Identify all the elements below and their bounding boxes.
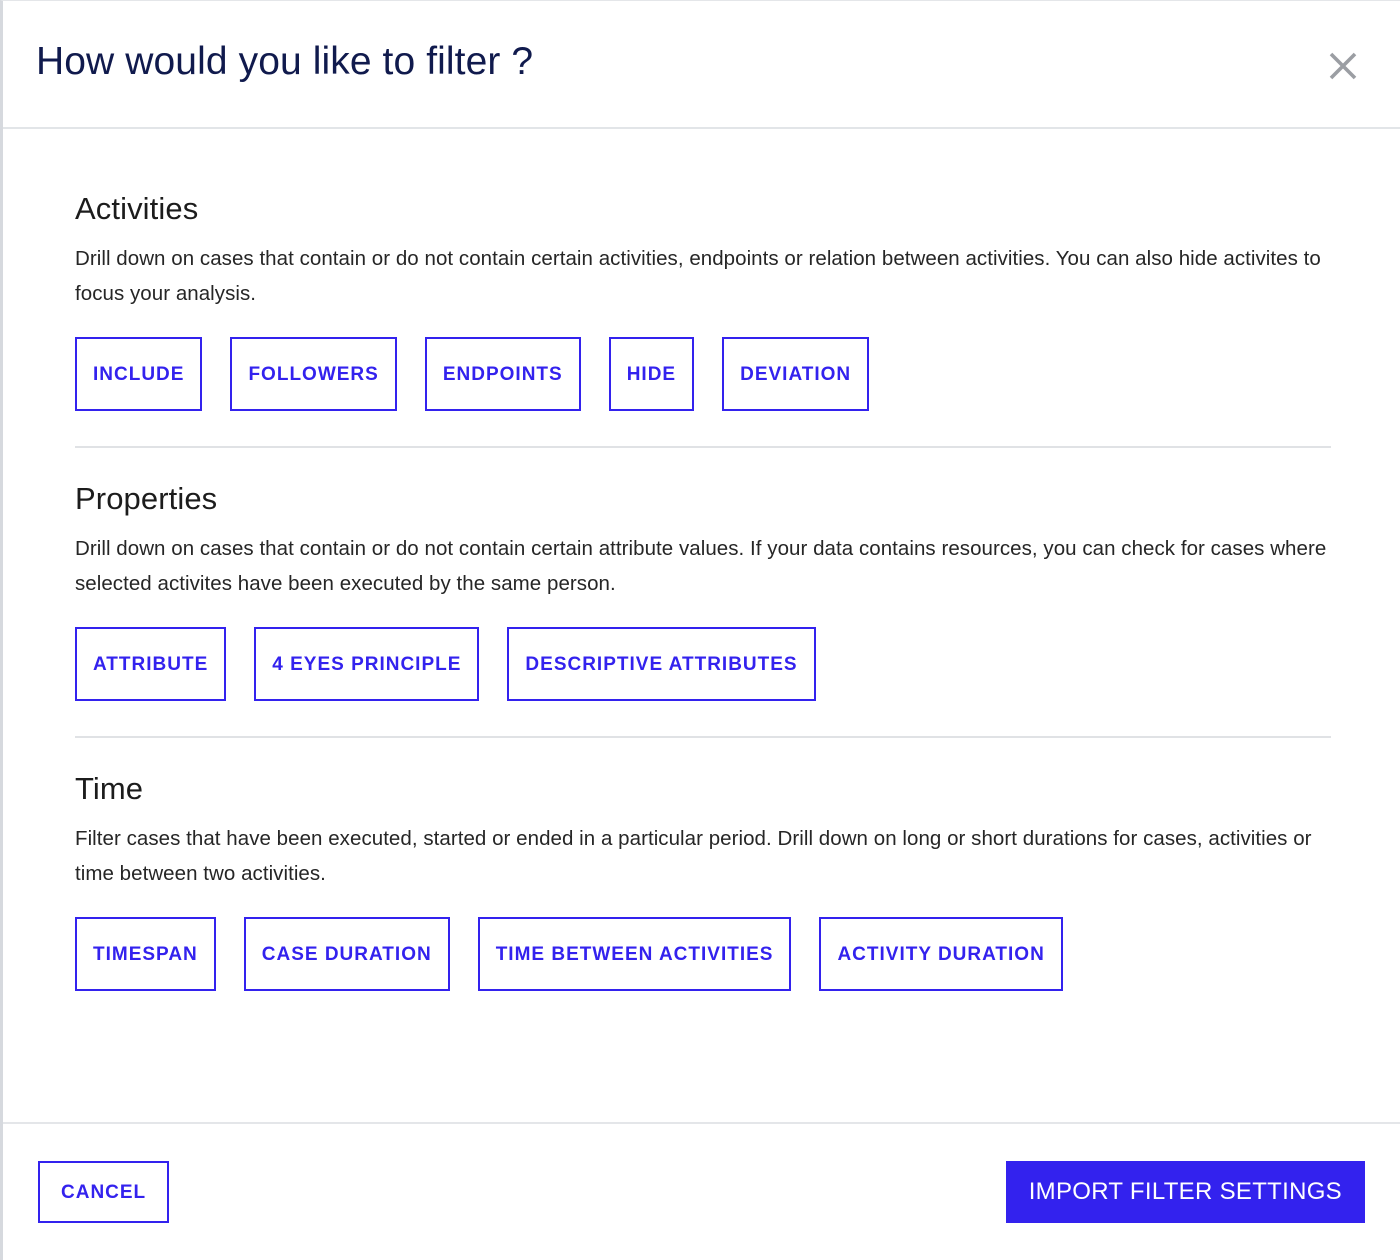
- filter-button-4-eyes-principle[interactable]: 4 EYES PRINCIPLE: [254, 627, 480, 702]
- section-description-activities: Drill down on cases that contain or do n…: [75, 246, 1321, 305]
- filter-button-time-between-activities[interactable]: TIME BETWEEN ACTIVITIES: [477, 917, 792, 992]
- section-description-properties: Drill down on cases that contain or do n…: [75, 536, 1327, 596]
- section-time: Time Filter cases that have been execute…: [75, 771, 1328, 992]
- filter-button-case-duration[interactable]: CASE DURATION: [243, 917, 450, 992]
- filter-button-attribute[interactable]: ATTRIBUTE: [75, 627, 227, 702]
- filter-button-descriptive-attributes[interactable]: DESCRIPTIVE ATTRIBUTES: [507, 627, 816, 702]
- filter-button-deviation[interactable]: DEVIATION: [722, 337, 870, 412]
- dialog-header: How would you like to filter ?: [3, 1, 1400, 129]
- filter-button-endpoints[interactable]: ENDPOINTS: [424, 337, 581, 412]
- filter-button-include[interactable]: INCLUDE: [75, 337, 203, 412]
- section-title-activities: Activities: [75, 191, 199, 226]
- cancel-button[interactable]: CANCEL: [38, 1161, 170, 1223]
- section-title-properties: Properties: [75, 481, 218, 517]
- section-divider-1: [75, 446, 1331, 449]
- time-button-row: TIMESPAN CASE DURATION TIME BETWEEN ACTI…: [75, 917, 1328, 992]
- filter-button-timespan[interactable]: TIMESPAN: [75, 917, 216, 992]
- dialog-footer: CANCEL IMPORT FILTER SETTINGS: [3, 1122, 1400, 1260]
- section-divider-2: [75, 736, 1331, 739]
- activities-button-row: INCLUDE FOLLOWERS ENDPOINTS HIDE DEVIATI…: [75, 337, 1328, 412]
- filter-button-hide[interactable]: HIDE: [608, 337, 695, 412]
- section-activities: Activities Drill down on cases that cont…: [75, 191, 1328, 412]
- filter-button-activity-duration[interactable]: ACTIVITY DURATION: [819, 917, 1063, 992]
- section-description-time: Filter cases that have been executed, st…: [75, 826, 1312, 886]
- close-button[interactable]: [1322, 45, 1364, 87]
- section-properties: Properties Drill down on cases that cont…: [75, 481, 1328, 702]
- import-filter-settings-button[interactable]: IMPORT FILTER SETTINGS: [1005, 1161, 1365, 1223]
- filter-dialog: How would you like to filter ? Activitie…: [0, 0, 1400, 1260]
- page-title: How would you like to filter ?: [36, 39, 534, 83]
- section-title-time: Time: [75, 771, 144, 807]
- close-icon: [1326, 49, 1360, 83]
- filter-button-followers[interactable]: FOLLOWERS: [230, 337, 397, 412]
- dialog-body: Activities Drill down on cases that cont…: [3, 129, 1400, 1122]
- properties-button-row: ATTRIBUTE 4 EYES PRINCIPLE DESCRIPTIVE A…: [75, 627, 1328, 702]
